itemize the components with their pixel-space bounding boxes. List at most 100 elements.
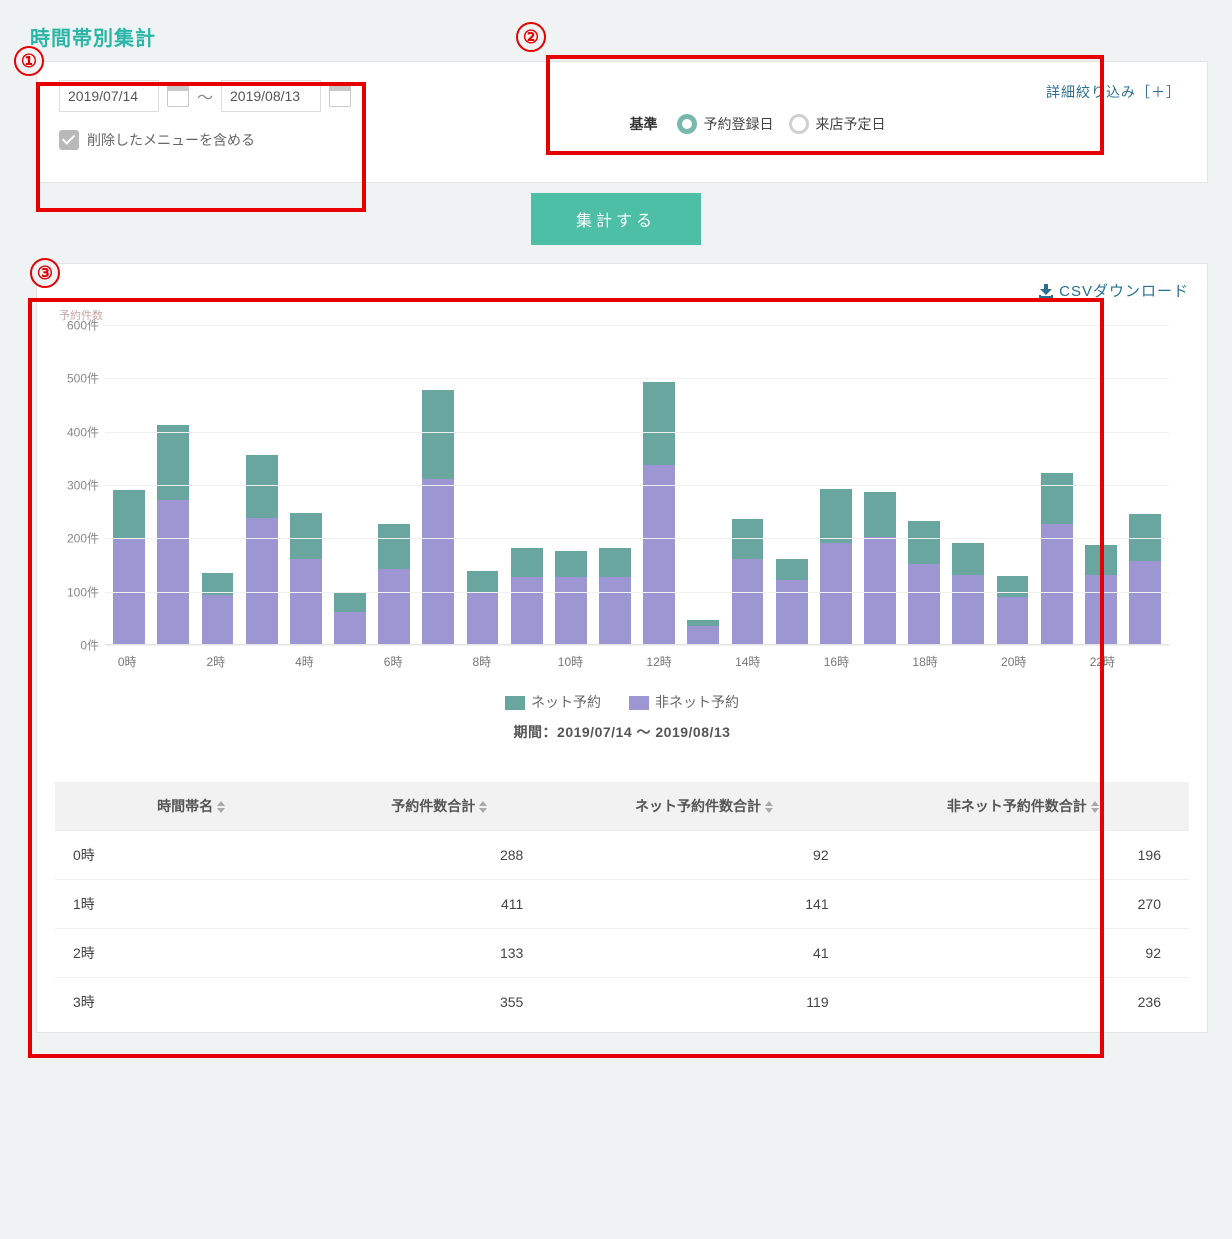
bar[interactable] — [776, 559, 808, 644]
bar-segment-non-net — [952, 575, 984, 644]
y-tick: 600件 — [55, 317, 99, 334]
col-total[interactable]: 予約件数合計 — [327, 782, 551, 831]
bar-slot — [1123, 514, 1167, 644]
y-tick: 300件 — [55, 477, 99, 494]
x-tick: 6時 — [371, 653, 415, 670]
bar-slot — [151, 425, 195, 644]
radio-icon — [789, 114, 809, 134]
bar-segment-non-net — [246, 518, 278, 644]
basis-option-registered[interactable]: 予約登録日 — [677, 114, 773, 134]
bar[interactable] — [157, 425, 189, 644]
bar-slot — [284, 513, 328, 644]
csv-download-link[interactable]: CSVダウンロード — [55, 280, 1189, 301]
bar-segment-non-net — [467, 593, 499, 644]
aggregate-button[interactable]: 集計する — [531, 193, 701, 245]
bar[interactable] — [378, 524, 410, 644]
bar[interactable] — [467, 571, 499, 644]
bar[interactable] — [997, 576, 1029, 644]
bar[interactable] — [334, 592, 366, 644]
bar-segment-non-net — [1085, 575, 1117, 644]
bar[interactable] — [555, 551, 587, 644]
cell-total: 411 — [327, 880, 551, 929]
x-ticks: 0時2時4時6時8時10時12時14時16時18時20時22時 — [105, 653, 1169, 670]
bar-segment-net — [1085, 545, 1117, 574]
bar-segment-net — [776, 559, 808, 580]
bar[interactable] — [422, 390, 454, 644]
y-tick: 100件 — [55, 583, 99, 600]
x-tick: 2時 — [194, 653, 238, 670]
bar-segment-net — [157, 425, 189, 500]
bar[interactable] — [864, 492, 896, 644]
x-tick: 22時 — [1080, 653, 1124, 670]
filter-right: 詳細絞り込み［＋］ 基準 予約登録日 来店予定日 — [599, 80, 1185, 150]
cell-non: 270 — [857, 880, 1189, 929]
y-axis-label: 予約件数 — [55, 307, 1189, 323]
bar[interactable] — [246, 455, 278, 644]
x-tick — [1125, 653, 1169, 670]
bar[interactable] — [908, 521, 940, 644]
bar-segment-net — [1041, 473, 1073, 524]
bar[interactable] — [687, 620, 719, 644]
basis-label: 基準 — [629, 114, 657, 134]
legend-item-net: ネット予約 — [505, 692, 601, 712]
bar-segment-non-net — [290, 559, 322, 644]
cell-total: 288 — [327, 831, 551, 880]
bar[interactable] — [599, 548, 631, 644]
x-tick — [947, 653, 991, 670]
bar-segment-non-net — [378, 569, 410, 644]
basis-option-visit[interactable]: 来店予定日 — [789, 114, 885, 134]
col-net[interactable]: ネット予約件数合計 — [551, 782, 856, 831]
bar-segment-non-net — [511, 577, 543, 644]
bar[interactable] — [820, 489, 852, 644]
table-row: 0時28892196 — [55, 831, 1189, 880]
bar[interactable] — [290, 513, 322, 644]
bar-segment-net — [820, 489, 852, 542]
cell-total: 355 — [327, 978, 551, 1027]
bar[interactable] — [1041, 473, 1073, 644]
y-tick: 400件 — [55, 423, 99, 440]
bar[interactable] — [643, 382, 675, 644]
bar[interactable] — [1129, 514, 1161, 644]
filter-left: 〜 削除したメニューを含める — [59, 80, 599, 150]
include-deleted-row[interactable]: 削除したメニューを含める — [59, 130, 599, 150]
date-to-input[interactable] — [221, 80, 321, 112]
range-separator: 〜 — [197, 84, 213, 108]
csv-download-label: CSVダウンロード — [1059, 280, 1189, 301]
advanced-filter-link[interactable]: 詳細絞り込み［＋］ — [629, 80, 1185, 114]
bar[interactable] — [113, 490, 145, 644]
bar-slot — [505, 548, 549, 644]
bar[interactable] — [202, 573, 234, 644]
bar-segment-non-net — [334, 612, 366, 644]
plot-area: 0件100件200件300件400件500件600件 — [105, 325, 1169, 645]
cell-net: 41 — [551, 929, 856, 978]
bar-slot — [858, 492, 902, 644]
cell-non: 92 — [857, 929, 1189, 978]
x-tick — [593, 653, 637, 670]
y-tick: 500件 — [55, 370, 99, 387]
cell-hour: 3時 — [55, 978, 327, 1027]
date-from-input[interactable] — [59, 80, 159, 112]
sort-icon — [1091, 801, 1099, 813]
col-hour[interactable]: 時間帯名 — [55, 782, 327, 831]
filter-card: 〜 削除したメニューを含める 詳細絞り込み［＋］ 基準 予約登録日 来店予定日 — [36, 61, 1208, 183]
calendar-icon[interactable] — [329, 85, 351, 107]
include-deleted-label: 削除したメニューを含める — [87, 130, 255, 150]
bar[interactable] — [952, 543, 984, 644]
calendar-icon[interactable] — [167, 85, 189, 107]
x-tick: 8時 — [460, 653, 504, 670]
checkmark-icon[interactable] — [59, 130, 79, 150]
bar-slot — [460, 571, 504, 644]
cell-hour: 1時 — [55, 880, 327, 929]
cell-net: 92 — [551, 831, 856, 880]
x-tick: 12時 — [637, 653, 681, 670]
marker-1: ① — [14, 46, 44, 76]
bar[interactable] — [511, 548, 543, 644]
col-non[interactable]: 非ネット予約件数合計 — [857, 782, 1189, 831]
bar-segment-non-net — [1041, 524, 1073, 644]
y-tick: 200件 — [55, 530, 99, 547]
marker-3: ③ — [30, 258, 60, 288]
bar[interactable] — [1085, 545, 1117, 644]
bar-segment-non-net — [157, 500, 189, 644]
swatch-icon — [505, 696, 525, 710]
bar-slot — [1079, 545, 1123, 644]
